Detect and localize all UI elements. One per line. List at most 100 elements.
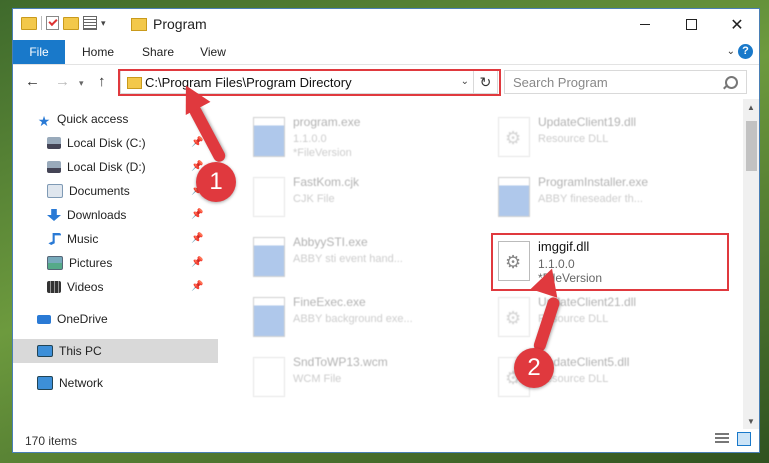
expand-ribbon-icon[interactable]: ⌄ — [727, 46, 735, 57]
computer-icon — [37, 345, 53, 357]
target-file-highlight-box — [491, 233, 729, 291]
pin-icon: 📌 — [191, 137, 204, 148]
scroll-down-icon[interactable]: ▼ — [747, 417, 755, 426]
customize-dropdown-icon[interactable]: ▾ — [101, 18, 106, 29]
tab-view[interactable]: View — [193, 40, 233, 64]
music-note-icon — [48, 233, 61, 245]
sidebar-item-label: Videos — [67, 280, 104, 294]
vertical-scrollbar[interactable]: ▲ ▼ — [743, 99, 759, 429]
recent-locations-icon[interactable]: ▾ — [79, 78, 84, 89]
search-placeholder: Search Program — [513, 75, 608, 90]
explorer-window: ▾ Program ✕ File Home Share View ⌄ ? ← →… — [12, 8, 760, 453]
help-icon[interactable]: ? — [738, 44, 753, 59]
tab-file[interactable]: File — [13, 40, 65, 64]
minimize-icon — [640, 24, 650, 25]
status-bar: 170 items — [13, 429, 759, 452]
file-detail: 1.1.0.0 — [293, 133, 327, 145]
disk-icon — [47, 137, 61, 149]
navigation-pane: ★ Quick access Local Disk (C:) 📌 Local D… — [13, 99, 232, 429]
sidebar-item-pictures[interactable]: Pictures 📌 — [13, 251, 242, 275]
file-name: FineExec.exe — [293, 295, 366, 309]
properties-icon[interactable] — [83, 16, 97, 30]
file-name: AbbyySTI.exe — [293, 235, 368, 249]
close-icon: ✕ — [730, 16, 744, 34]
exe-icon — [253, 297, 285, 337]
back-arrow-icon[interactable]: ← — [25, 73, 40, 90]
file-name: SndToWP13.wcm — [293, 355, 388, 369]
sidebar-item-network[interactable]: Network — [13, 371, 232, 395]
tab-home[interactable]: Home — [73, 40, 123, 64]
file-tile[interactable]: UpdateClient21.dll Resource DLL — [493, 289, 733, 347]
details-view-icon[interactable] — [715, 433, 729, 445]
gear-dll-icon — [498, 117, 530, 157]
maximize-icon — [685, 19, 697, 30]
file-list: program.exe 1.1.0.0 *FileVersion UpdateC… — [218, 99, 743, 429]
file-name: FastKom.cjk — [293, 175, 360, 189]
file-name: ProgramInstaller.exe — [538, 175, 649, 189]
sidebar-item-label: Pictures — [69, 256, 113, 270]
file-name: program.exe — [293, 115, 361, 129]
file-detail: CJK File — [293, 193, 335, 205]
sidebar-item-label: Local Disk (C:) — [67, 136, 146, 150]
cloud-icon — [37, 314, 51, 324]
file-detail: ABBY sti event hand... — [293, 253, 403, 265]
file-detail: WCM File — [293, 373, 342, 385]
new-folder-icon[interactable] — [63, 16, 79, 30]
exe-icon — [253, 117, 285, 157]
file-detail: ABBY background exe... — [293, 313, 413, 325]
item-count: 170 items — [25, 434, 78, 448]
sidebar-item-label: Documents — [69, 184, 130, 198]
up-arrow-icon[interactable]: ↑ — [98, 73, 106, 90]
file-tile[interactable]: ProgramInstaller.exe ABBY fineseader th.… — [493, 169, 733, 227]
sidebar-item-label: Local Disk (D:) — [67, 160, 146, 174]
tab-share[interactable]: Share — [133, 40, 183, 64]
sidebar-item-label: OneDrive — [57, 312, 108, 326]
file-tile[interactable]: UpdateClient19.dll Resource DLL — [493, 109, 733, 167]
file-tile[interactable]: FineExec.exe ABBY background exe... — [248, 289, 488, 347]
documents-icon — [47, 184, 63, 198]
pin-icon: 📌 — [191, 233, 204, 244]
sidebar-item-this-pc[interactable]: This PC — [13, 339, 232, 363]
file-tile[interactable]: AbbyySTI.exe ABBY sti event hand... — [248, 229, 488, 287]
properties-check-icon[interactable] — [46, 16, 59, 30]
scroll-up-icon[interactable]: ▲ — [747, 103, 755, 112]
file-tile[interactable]: FastKom.cjk CJK File — [248, 169, 488, 227]
file-tile[interactable]: SndToWP13.wcm WCM File — [248, 349, 488, 407]
quick-access-toolbar: ▾ — [21, 16, 106, 30]
file-name: UpdateClient19.dll — [538, 115, 637, 129]
sidebar-item-label: Quick access — [57, 112, 129, 126]
search-icon — [725, 76, 738, 89]
title-folder-icon — [131, 18, 147, 31]
file-detail: Resource DLL — [538, 133, 609, 145]
tiles-view-icon[interactable] — [737, 432, 751, 446]
file-detail: ABBY fineseader th... — [538, 193, 643, 205]
file-tile[interactable]: program.exe 1.1.0.0 *FileVersion — [248, 109, 488, 167]
scroll-thumb[interactable] — [746, 121, 757, 171]
sidebar-item-videos[interactable]: Videos 📌 — [13, 275, 242, 299]
sidebar-item-music[interactable]: Music 📌 — [13, 227, 242, 251]
film-strip-icon — [47, 281, 61, 293]
network-icon — [37, 376, 53, 390]
forward-arrow-icon[interactable]: → — [55, 73, 70, 90]
pin-icon: 📌 — [191, 209, 204, 220]
sidebar-item-downloads[interactable]: Downloads 📌 — [13, 203, 242, 227]
exe-icon — [253, 237, 285, 277]
toolbar-divider — [41, 16, 42, 30]
exe-icon — [498, 177, 530, 217]
ribbon-tabs: File Home Share View ⌄ ? — [13, 40, 759, 65]
sidebar-item-label: Downloads — [67, 208, 127, 222]
title-bar: ▾ Program ✕ — [13, 9, 759, 40]
maximize-button[interactable] — [668, 9, 714, 40]
file-icon — [253, 357, 285, 397]
file-detail: *FileVersion — [293, 147, 352, 159]
minimize-button[interactable] — [622, 9, 668, 40]
star-icon: ★ — [37, 113, 51, 129]
pictures-icon — [47, 256, 63, 270]
search-input[interactable]: Search Program — [504, 70, 747, 94]
address-row: ← → ▾ ↑ C:\Program Files\Program Directo… — [13, 65, 759, 99]
file-icon — [253, 177, 285, 217]
sidebar-item-label: This PC — [59, 344, 102, 358]
sidebar-item-label: Music — [67, 232, 99, 246]
close-button[interactable]: ✕ — [714, 9, 759, 40]
sidebar-item-onedrive[interactable]: OneDrive — [13, 307, 232, 331]
